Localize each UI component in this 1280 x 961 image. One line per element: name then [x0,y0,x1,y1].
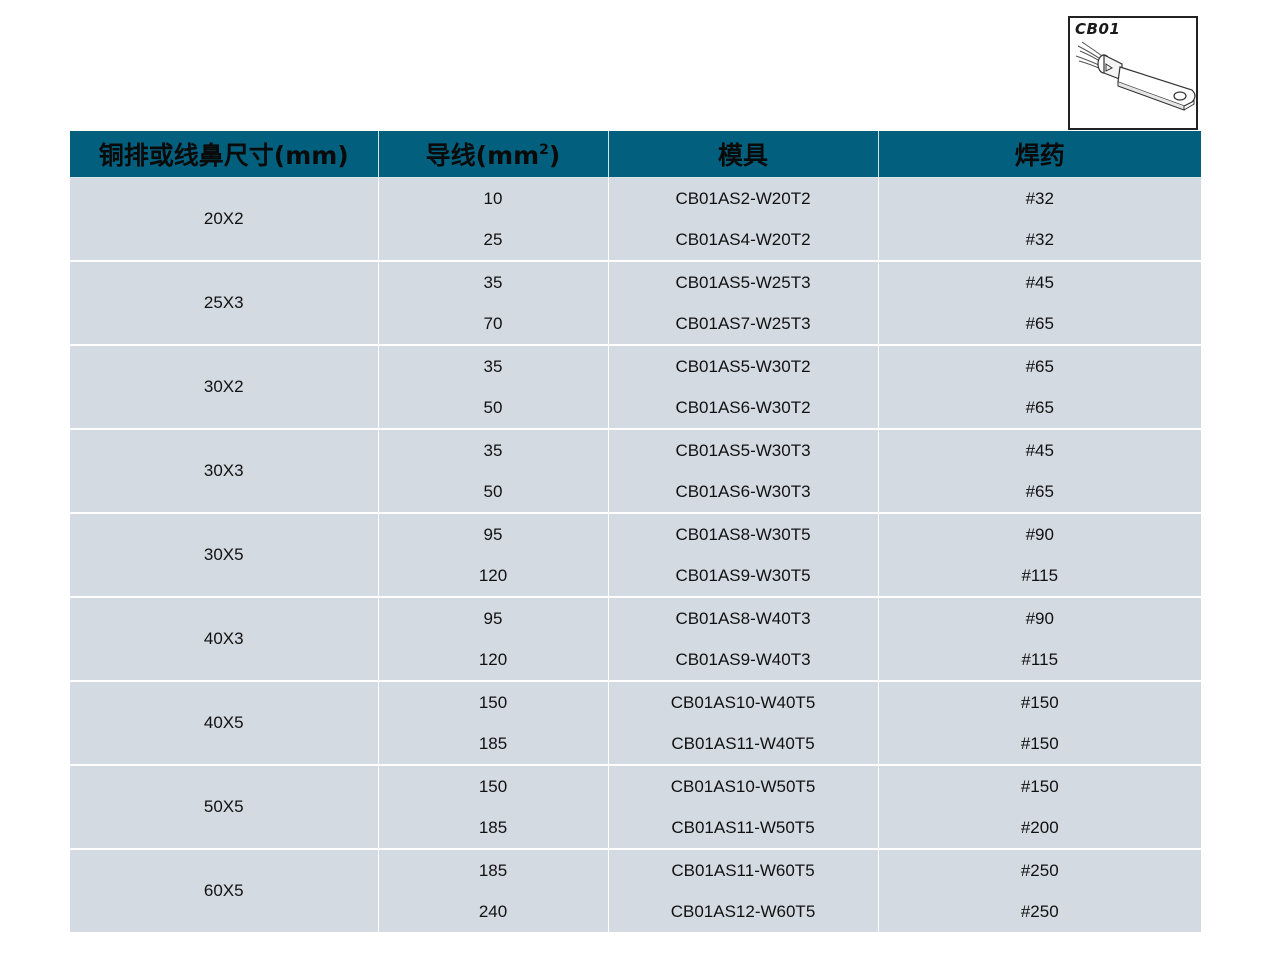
powder-cell: #115 [878,639,1201,681]
busbar-size-cell: 30X5 [70,512,379,597]
table-row: 25X3 35 CB01AS5-W25T3 #45 [70,260,1201,345]
mold-cell: CB01AS10-W50T5 [608,764,879,807]
wire-cell: 120 [378,639,609,681]
busbar-size-cell: 30X3 [70,428,379,513]
mold-cell: CB01AS11-W50T5 [608,807,879,849]
mold-cell: CB01AS4-W20T2 [608,219,879,261]
powder-cell: #32 [878,177,1201,219]
wire-cell: 185 [378,807,609,849]
wire-cell: 150 [378,680,609,723]
header-label: 模具 [717,141,768,170]
header-powder: 焊药 [878,131,1201,178]
header-label: 焊药 [1014,141,1065,170]
powder-cell: #250 [878,848,1201,891]
mold-cell: CB01AS5-W25T3 [608,260,879,303]
powder-cell: #115 [878,555,1201,597]
powder-cell: #45 [878,428,1201,471]
wire-cell: 185 [378,723,609,765]
table-row: 30X2 35 CB01AS5-W30T2 #65 [70,344,1201,429]
header-label: 导线(mm [425,141,540,170]
product-illustration: CB01 [1068,16,1198,130]
wire-cell: 95 [378,512,609,555]
wire-cell: 185 [378,848,609,891]
wire-cell: 50 [378,387,609,429]
busbar-size-cell: 30X2 [70,344,379,429]
mold-cell: CB01AS11-W60T5 [608,848,879,891]
header-label: 铜排或线鼻尺寸(mm) [98,141,349,170]
busbar-size-cell: 20X2 [70,177,379,261]
wire-cell: 35 [378,344,609,387]
wire-cell: 10 [378,177,609,219]
mold-cell: CB01AS10-W40T5 [608,680,879,723]
powder-cell: #65 [878,344,1201,387]
wire-cell: 150 [378,764,609,807]
powder-cell: #150 [878,723,1201,765]
mold-cell: CB01AS8-W40T3 [608,596,879,639]
table-row: 40X5 150 CB01AS10-W40T5 #150 [70,680,1201,765]
specification-table: 铜排或线鼻尺寸(mm) 导线(mm2) 模具 焊药 20X2 10 CB01AS2-… [70,131,1201,932]
busbar-size-cell: 60X5 [70,848,379,932]
busbar-size-cell: 40X5 [70,680,379,765]
table-row: 60X5 185 CB01AS11-W60T5 #250 [70,848,1201,932]
wire-cell: 35 [378,260,609,303]
table-row: 30X3 35 CB01AS5-W30T3 #45 [70,428,1201,513]
mold-cell: CB01AS2-W20T2 [608,177,879,219]
mold-cell: CB01AS8-W30T5 [608,512,879,555]
wire-cell: 35 [378,428,609,471]
wire-cell: 120 [378,555,609,597]
table-row: 30X5 95 CB01AS8-W30T5 #90 [70,512,1201,597]
powder-cell: #45 [878,260,1201,303]
mold-cell: CB01AS6-W30T3 [608,471,879,513]
header-mold: 模具 [608,131,879,178]
mold-cell: CB01AS6-W30T2 [608,387,879,429]
powder-cell: #65 [878,387,1201,429]
powder-cell: #200 [878,807,1201,849]
cable-lug-icon [1075,41,1196,111]
table-row: 20X2 10 CB01AS2-W20T2 #32 [70,177,1201,261]
wire-cell: 70 [378,303,609,345]
table-row: 40X3 95 CB01AS8-W40T3 #90 [70,596,1201,681]
mold-cell: CB01AS11-W40T5 [608,723,879,765]
powder-cell: #65 [878,303,1201,345]
powder-cell: #90 [878,512,1201,555]
mold-cell: CB01AS12-W60T5 [608,891,879,932]
powder-cell: #150 [878,680,1201,723]
header-wire: 导线(mm2) [378,131,609,178]
mold-cell: CB01AS9-W40T3 [608,639,879,681]
wire-cell: 25 [378,219,609,261]
powder-cell: #90 [878,596,1201,639]
busbar-size-cell: 50X5 [70,764,379,849]
header-busbar-size: 铜排或线鼻尺寸(mm) [70,131,379,178]
mold-cell: CB01AS5-W30T2 [608,344,879,387]
busbar-size-cell: 25X3 [70,260,379,345]
powder-cell: #32 [878,219,1201,261]
powder-cell: #250 [878,891,1201,932]
wire-cell: 95 [378,596,609,639]
mold-cell: CB01AS5-W30T3 [608,428,879,471]
table-row: 50X5 150 CB01AS10-W50T5 #150 [70,764,1201,849]
header-suffix: ) [548,141,561,170]
table-body: 20X2 10 CB01AS2-W20T2 #32 25 CB01AS4-W20T2 #32… [70,177,1201,932]
header-superscript: 2 [539,142,549,158]
wire-cell: 240 [378,891,609,932]
wire-cell: 50 [378,471,609,513]
table-header-row: 铜排或线鼻尺寸(mm) 导线(mm2) 模具 焊药 [70,131,1201,178]
powder-cell: #150 [878,764,1201,807]
powder-cell: #65 [878,471,1201,513]
mold-cell: CB01AS7-W25T3 [608,303,879,345]
mold-cell: CB01AS9-W30T5 [608,555,879,597]
busbar-size-cell: 40X3 [70,596,379,681]
